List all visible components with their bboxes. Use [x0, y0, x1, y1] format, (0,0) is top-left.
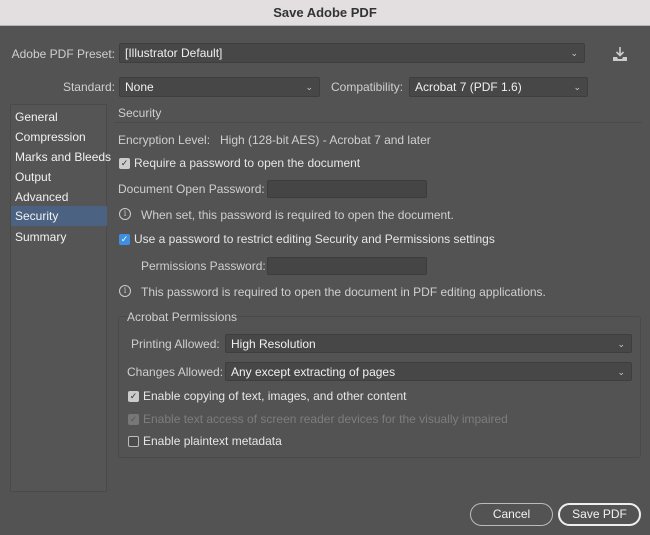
chevron-down-icon: ⌄	[570, 48, 578, 58]
title-bar: Save Adobe PDF	[0, 0, 650, 26]
enable-copying-checkbox[interactable]: ✓	[128, 391, 139, 402]
printing-select[interactable]: High Resolution ⌄	[225, 334, 632, 353]
printing-value: High Resolution	[231, 337, 316, 351]
open-password-label: Document Open Password:	[118, 182, 265, 196]
enable-copying-label: Enable copying of text, images, and othe…	[143, 389, 407, 403]
save-preset-icon[interactable]	[611, 45, 629, 63]
open-password-info: When set, this password is required to o…	[141, 208, 454, 222]
changes-select[interactable]: Any except extracting of pages ⌄	[225, 362, 632, 381]
standard-select[interactable]: None ⌄	[119, 77, 320, 97]
info-icon: i	[119, 285, 131, 297]
compatibility-label: Compatibility:	[331, 80, 404, 94]
restrict-editing-checkbox[interactable]: ✓	[119, 234, 130, 245]
standard-value: None	[125, 80, 154, 94]
preset-label: Adobe PDF Preset:	[11, 47, 115, 61]
permissions-title: Acrobat Permissions	[127, 310, 238, 324]
compatibility-select[interactable]: Acrobat 7 (PDF 1.6) ⌄	[409, 77, 588, 97]
preset-value: [Illustrator Default]	[125, 46, 223, 60]
divider	[114, 122, 642, 123]
standard-label: Standard:	[62, 80, 115, 94]
chevron-down-icon: ⌄	[617, 339, 625, 349]
compatibility-value: Acrobat 7 (PDF 1.6)	[415, 80, 522, 94]
sidebar: General Compression Marks and Bleeds Out…	[10, 104, 111, 492]
sidebar-item-compression[interactable]: Compression	[11, 127, 107, 147]
permissions-password-label: Permissions Password:	[141, 259, 266, 273]
screen-reader-label: Enable text access of screen reader devi…	[143, 412, 508, 426]
sidebar-item-marks-and-bleeds[interactable]: Marks and Bleeds	[11, 147, 111, 167]
encryption-value: High (128-bit AES) - Acrobat 7 and later	[220, 133, 431, 147]
changes-value: Any except extracting of pages	[231, 365, 396, 379]
sidebar-item-security[interactable]: Security	[11, 206, 107, 226]
encryption-label: Encryption Level:	[118, 133, 211, 147]
chevron-down-icon: ⌄	[617, 367, 625, 377]
plaintext-metadata-checkbox[interactable]	[128, 436, 139, 447]
open-password-input[interactable]	[267, 180, 427, 198]
sidebar-item-advanced[interactable]: Advanced	[11, 187, 107, 207]
restrict-editing-label: Use a password to restrict editing Secur…	[134, 232, 495, 246]
preset-select[interactable]: [Illustrator Default] ⌄	[119, 43, 585, 63]
save-pdf-button[interactable]: Save PDF	[558, 503, 641, 526]
sidebar-item-general[interactable]: General	[11, 107, 107, 127]
info-icon: i	[119, 208, 131, 220]
printing-label: Printing Allowed:	[131, 337, 220, 351]
section-heading: Security	[118, 106, 162, 120]
cancel-button[interactable]: Cancel	[470, 503, 553, 526]
screen-reader-checkbox: ✓	[128, 414, 139, 425]
require-password-label: Require a password to open the document	[134, 156, 361, 170]
permissions-password-input[interactable]	[267, 257, 427, 275]
changes-label: Changes Allowed:	[127, 365, 224, 379]
sidebar-item-output[interactable]: Output	[11, 167, 107, 187]
require-password-checkbox[interactable]: ✓	[119, 158, 130, 169]
chevron-down-icon: ⌄	[573, 82, 581, 92]
chevron-down-icon: ⌄	[305, 82, 313, 92]
plaintext-metadata-label: Enable plaintext metadata	[143, 434, 282, 448]
permissions-info: This password is required to open the do…	[141, 285, 546, 299]
sidebar-item-summary[interactable]: Summary	[11, 227, 107, 247]
